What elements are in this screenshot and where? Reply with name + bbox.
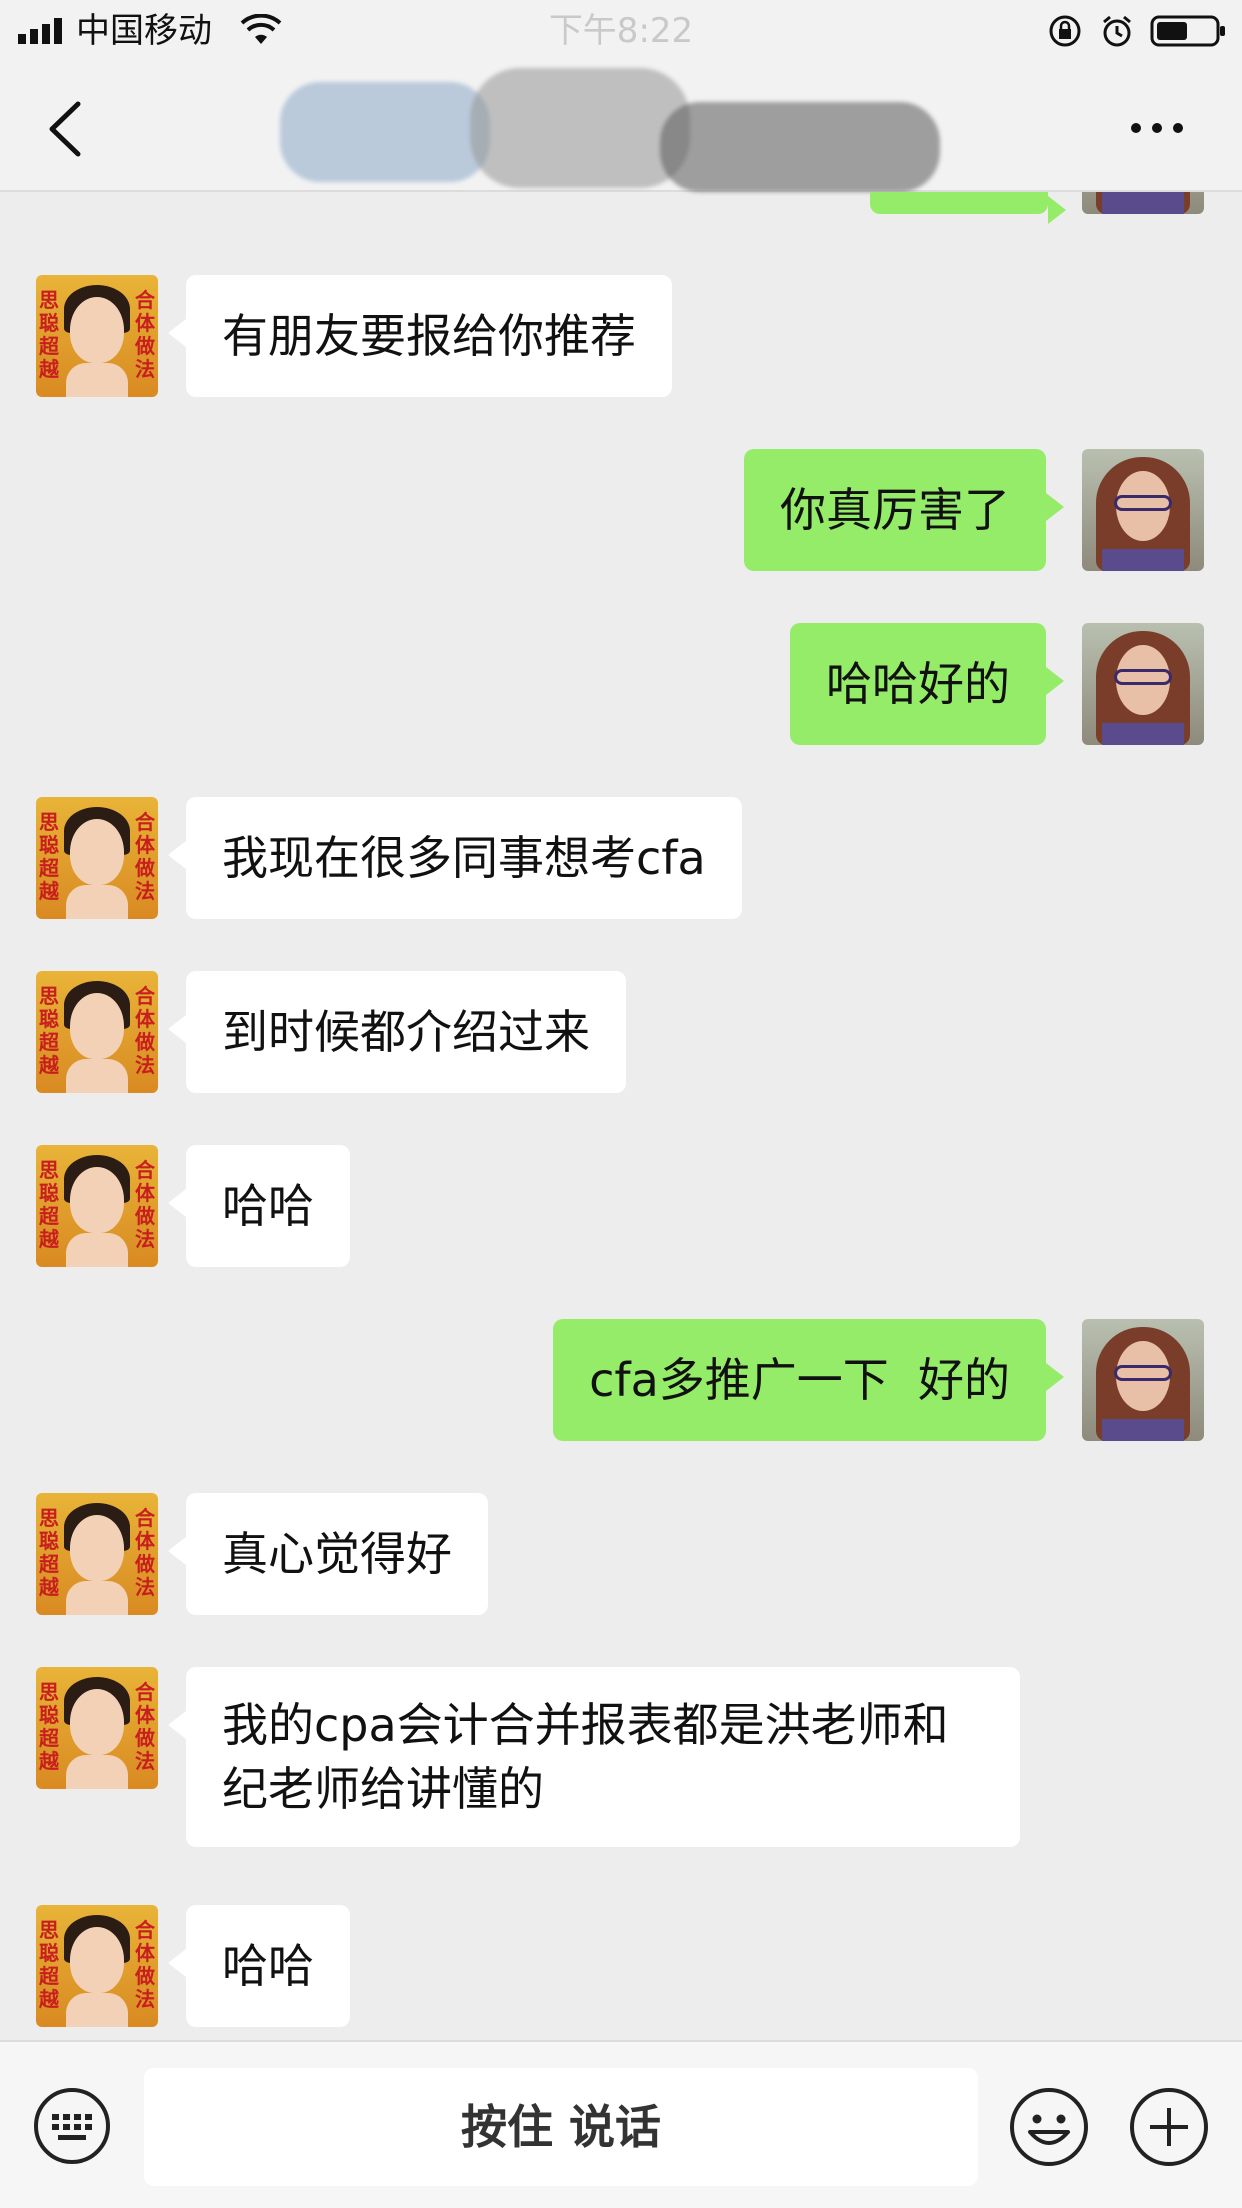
- input-bar: 按住 说话: [0, 2040, 1242, 2208]
- emoji-icon[interactable]: [1008, 2086, 1090, 2168]
- avatar[interactable]: [1082, 623, 1204, 745]
- hold-to-talk-button[interactable]: 按住 说话: [144, 2068, 978, 2186]
- avatar-caption: 合体做法: [135, 1918, 155, 2011]
- avatar-caption: 合体做法: [135, 984, 155, 1077]
- message-bubble[interactable]: 我现在很多同事想考cfa: [168, 797, 742, 919]
- battery-icon: [1150, 15, 1225, 47]
- avatar-caption: 思聪超越: [39, 1506, 59, 1599]
- keyboard-icon[interactable]: [32, 2086, 112, 2166]
- chat-area[interactable]: 思聪超越 合体做法 有朋友要报给你推荐 你真厉害了 哈哈好的 思聪超越 合体做法…: [0, 192, 1242, 2040]
- avatar-caption: 合体做法: [135, 288, 155, 381]
- avatar[interactable]: 思聪超越 合体做法: [36, 1905, 158, 2027]
- avatar-caption: 合体做法: [135, 1680, 155, 1773]
- message-bubble-partial: [870, 192, 1066, 224]
- message-bubble[interactable]: 真心觉得好: [168, 1493, 488, 1615]
- plus-icon[interactable]: [1128, 2086, 1210, 2168]
- nav-bar: [0, 62, 1242, 192]
- avatar[interactable]: 思聪超越 合体做法: [36, 797, 158, 919]
- avatar-caption: 思聪超越: [39, 1158, 59, 1251]
- obscured-chat-title: [270, 62, 950, 192]
- avatar-caption: 思聪超越: [39, 1680, 59, 1773]
- avatar-caption: 思聪超越: [39, 288, 59, 381]
- alarm-icon: [1103, 15, 1131, 47]
- message-bubble[interactable]: 哈哈: [168, 1145, 350, 1267]
- avatar-caption: 思聪超越: [39, 810, 59, 903]
- avatar[interactable]: 思聪超越 合体做法: [36, 1667, 158, 1789]
- more-icon[interactable]: [1128, 116, 1186, 140]
- avatar[interactable]: 思聪超越 合体做法: [36, 971, 158, 1093]
- avatar[interactable]: [1082, 449, 1204, 571]
- message-bubble[interactable]: 我的cpa会计合并报表都是洪老师和纪老师给讲懂的: [168, 1667, 1020, 1847]
- avatar[interactable]: 思聪超越 合体做法: [36, 1145, 158, 1267]
- avatar-caption: 思聪超越: [39, 984, 59, 1077]
- avatar[interactable]: [1082, 192, 1204, 214]
- avatar-caption: 合体做法: [135, 1506, 155, 1599]
- avatar[interactable]: [1082, 1319, 1204, 1441]
- message-bubble[interactable]: 到时候都介绍过来: [168, 971, 626, 1093]
- status-bar: 中国移动 下午8:22: [0, 0, 1242, 62]
- message-bubble[interactable]: cfa多推广一下 好的: [553, 1319, 1064, 1441]
- orientation-lock-icon: [1049, 15, 1081, 47]
- message-bubble[interactable]: 你真厉害了: [744, 449, 1064, 571]
- message-bubble[interactable]: 哈哈好的: [790, 623, 1064, 745]
- message-bubble[interactable]: 有朋友要报给你推荐: [168, 275, 672, 397]
- message-bubble[interactable]: 哈哈: [168, 1905, 350, 2027]
- back-arrow-icon[interactable]: [44, 100, 84, 158]
- avatar[interactable]: 思聪超越 合体做法: [36, 1493, 158, 1615]
- avatar-caption: 合体做法: [135, 1158, 155, 1251]
- avatar-caption: 合体做法: [135, 810, 155, 903]
- avatar[interactable]: 思聪超越 合体做法: [36, 275, 158, 397]
- avatar-caption: 思聪超越: [39, 1918, 59, 2011]
